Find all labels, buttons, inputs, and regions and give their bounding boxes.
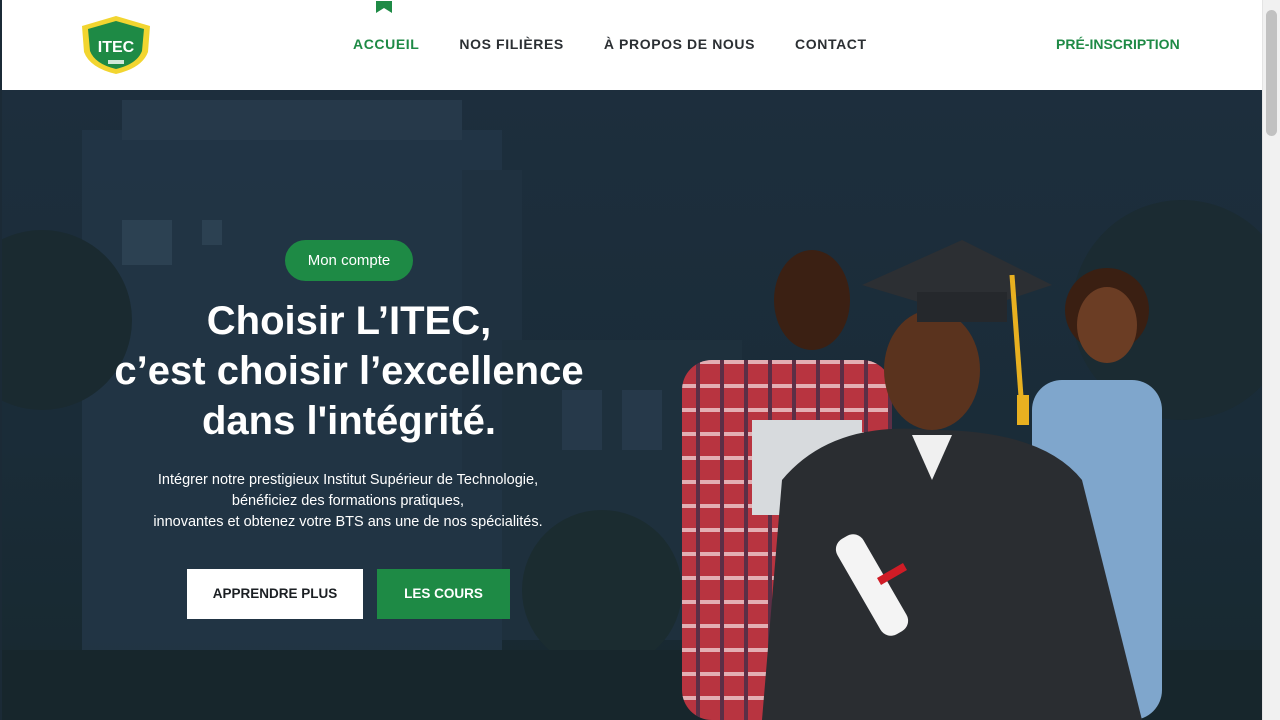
nav-item-accueil[interactable]: ACCUEIL xyxy=(353,36,419,52)
hero-description: Intégrer notre prestigieux Institut Supé… xyxy=(98,470,598,533)
description-line: innovantes et obtenez votre BTS ans une … xyxy=(153,514,543,530)
courses-button[interactable]: LES COURS xyxy=(377,569,510,619)
nav-item-a-propos[interactable]: À PROPOS DE NOUS xyxy=(604,36,755,52)
site-header: ITEC ACCUEIL NOS FILIÈRES À PROPOS DE NO… xyxy=(0,0,1262,90)
logo[interactable]: ITEC xyxy=(78,14,154,76)
scrollbar-thumb[interactable] xyxy=(1266,10,1277,136)
bookmark-icon xyxy=(376,0,392,13)
hero-headline: Choisir L’ITEC, c’est choisir l’excellen… xyxy=(62,296,636,446)
logo-text: ITEC xyxy=(98,39,135,56)
page-scrollbar[interactable] xyxy=(1262,0,1280,720)
nav-item-filieres[interactable]: NOS FILIÈRES xyxy=(459,36,563,52)
headline-line: dans l'intégrité. xyxy=(201,399,496,443)
students-photo xyxy=(682,240,1162,720)
nav-item-contact[interactable]: CONTACT xyxy=(795,36,867,52)
account-button[interactable]: Mon compte xyxy=(285,240,413,281)
learn-more-button[interactable]: APPRENDRE PLUS xyxy=(187,569,363,619)
headline-line: c’est choisir l’excellence xyxy=(114,349,584,393)
description-line: bénéficiez des formations pratiques, xyxy=(231,493,465,509)
hero-section: Mon compte Choisir L’ITEC, c’est choisir… xyxy=(0,90,1262,720)
description-line: Intégrer notre prestigieux Institut Supé… xyxy=(157,472,539,488)
preinscription-link[interactable]: PRÉ-INSCRIPTION xyxy=(1056,36,1180,52)
main-nav: ACCUEIL NOS FILIÈRES À PROPOS DE NOUS CO… xyxy=(353,36,907,52)
headline-line: Choisir L’ITEC, xyxy=(206,299,492,343)
